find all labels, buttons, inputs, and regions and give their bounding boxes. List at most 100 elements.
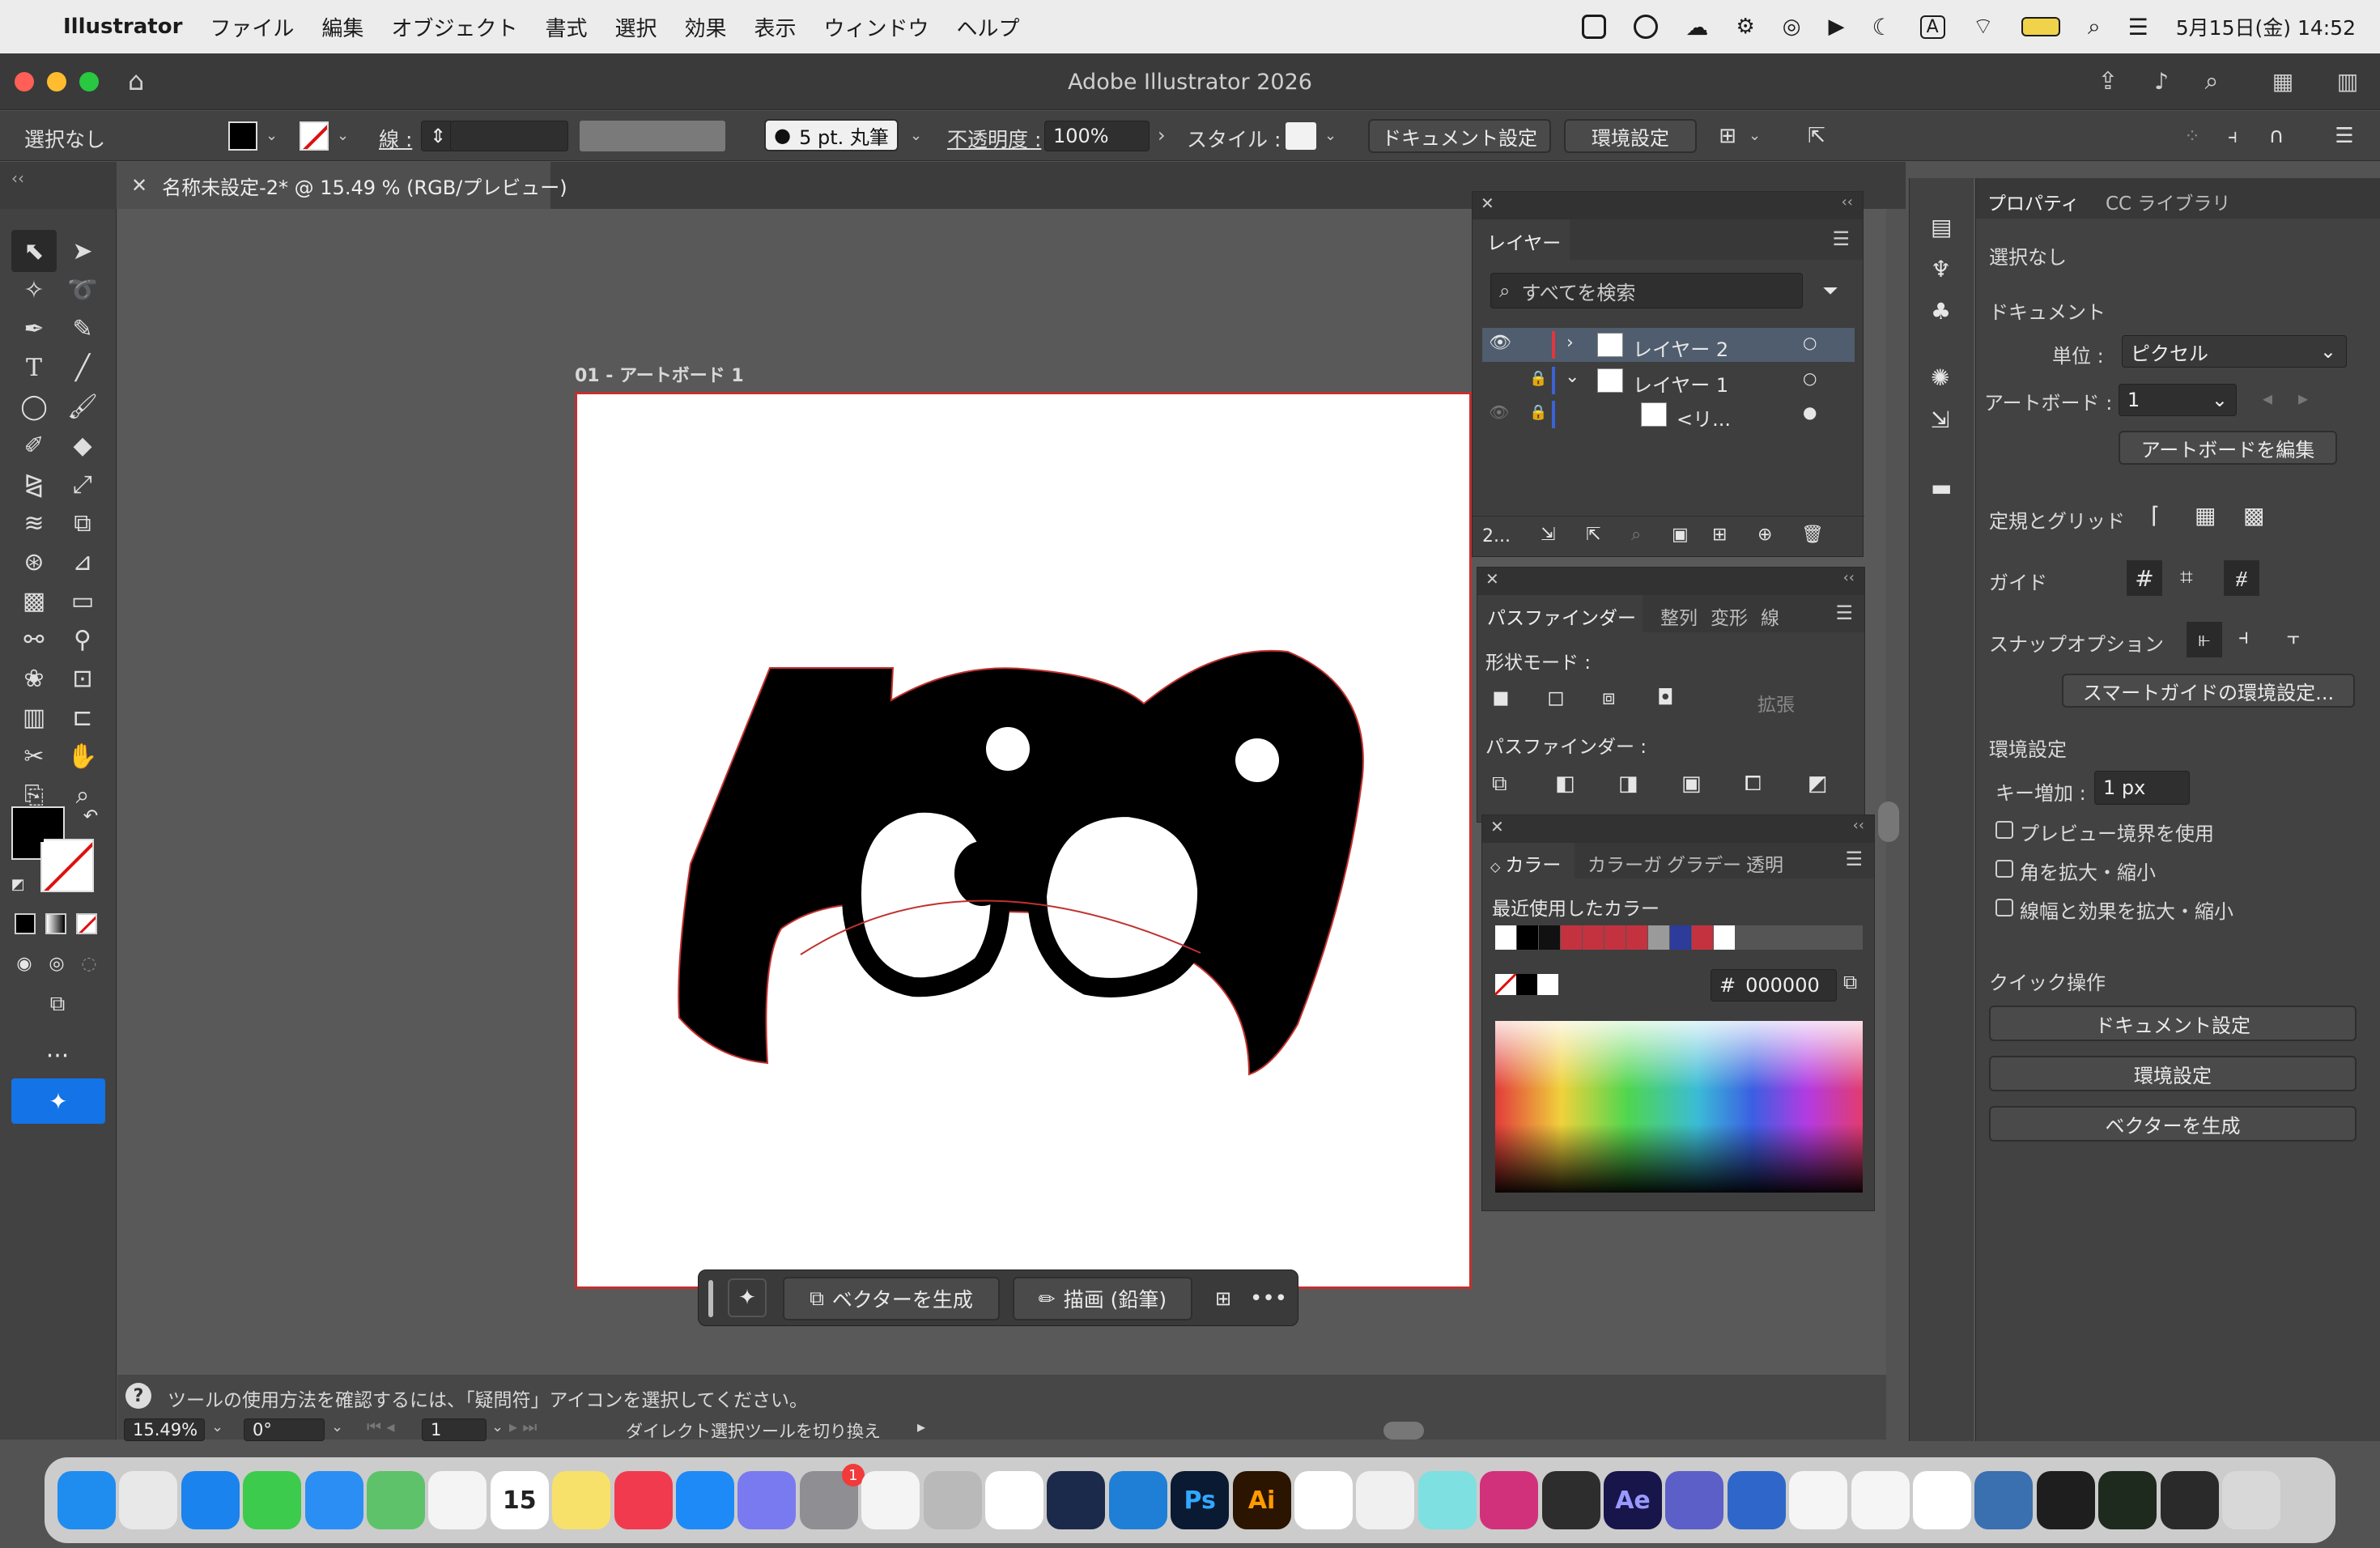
brushes-icon[interactable]: ♆ [1931,256,1951,283]
minus-front-icon[interactable]: ◻ [1547,686,1565,710]
blend-tool-icon[interactable]: ⚯ [15,622,53,657]
stroke-stepper[interactable]: ⇕ [421,121,453,151]
chevron-right-icon[interactable]: › [1158,124,1166,147]
dock-blender-icon[interactable] [1541,1471,1600,1529]
menu-edit[interactable]: 編集 [321,12,363,42]
keyboard-increment-field[interactable]: 1 px [2094,771,2190,805]
width-tool-icon[interactable]: ≋ [15,505,53,541]
opacity-label[interactable]: 不透明度 : [947,124,1041,153]
dock-terminal-icon[interactable] [2036,1471,2095,1529]
vertical-scrollbar[interactable] [1878,802,1899,842]
stroke-label[interactable]: 線 : [379,124,412,153]
stroke-swatch[interactable] [300,121,329,151]
show-guides-icon[interactable]: # [2127,560,2162,596]
color-swatch[interactable] [1648,925,1669,950]
transparency-grid-icon[interactable]: ▩ [2243,502,2264,529]
mesh-tool-icon[interactable]: ▩ [15,583,53,619]
new-layer-icon[interactable]: ⊕ [1757,525,1772,545]
eraser-tool-icon[interactable]: ◆ [63,427,102,463]
minus-back-icon[interactable]: ◩ [1808,772,1828,796]
color-spectrum[interactable] [1495,1021,1863,1193]
dock-photoshop-icon[interactable]: Ps [1171,1471,1230,1529]
symbol-tool-icon[interactable]: ⊡ [63,661,102,696]
dock-draw-icon[interactable] [1417,1471,1477,1529]
layer-row[interactable]: 🔒 ⌄ レイヤー 1 ○ [1482,364,1855,398]
chevron-down-icon[interactable]: ⌄ [491,1418,504,1435]
trash-icon[interactable]: 🗑 [1801,525,1824,545]
snap-to-point-icon[interactable]: ⫦ [2187,622,2222,657]
pencil-draw-button[interactable]: ✏ 描画 (鉛筆) [1013,1277,1192,1320]
collapse-icon[interactable]: ‹‹ [1842,194,1853,211]
chevron-down-icon[interactable]: ⌄ [1565,367,1579,387]
units-select[interactable]: ピクセル ⌄ [2122,335,2347,368]
draw-inside-icon[interactable]: ◌ [76,950,102,976]
intersect-icon[interactable]: ⧈ [1602,686,1616,711]
moon-icon[interactable]: ☾ [1872,14,1892,40]
more-options-icon[interactable]: ••• [1250,1282,1287,1316]
symbol-sprayer-tool-icon[interactable]: ❀ [15,661,53,696]
locate-object-icon[interactable]: ⌕ [1631,525,1641,545]
scale-tool-icon[interactable]: ⤢ [63,466,102,502]
variable-width-profile[interactable] [580,121,725,151]
control-center-icon[interactable]: ☰ [2128,14,2148,40]
dock-notes-icon[interactable] [552,1471,611,1529]
visibility-eye-icon[interactable]: 👁 [1489,333,1511,353]
rotation-field[interactable]: 0° [244,1418,325,1441]
ruler-icon[interactable]: ⌈ [2151,502,2160,529]
close-icon[interactable]: ✕ [1481,194,1494,213]
line-tool-icon[interactable]: ╱ [63,350,102,385]
dock-messages-icon[interactable] [243,1471,302,1529]
quick-document-setup-button[interactable]: ドキュメント設定 [1989,1006,2357,1041]
copy-color-icon[interactable]: ⧉ [1843,971,1857,993]
status-menu-icon[interactable]: ▸ [917,1417,925,1436]
dock-app-store-icon[interactable] [676,1471,734,1529]
libraries-icon[interactable]: ▤ [1931,214,1952,240]
collapse-icon[interactable]: ‹‹ [1853,817,1864,834]
arrange-icon[interactable]: ⊞ [1711,121,1744,151]
dock-finder-icon[interactable] [57,1471,116,1529]
merge-icon[interactable]: ◨ [1618,772,1638,796]
next-artboard-icon[interactable]: ▸ [2298,387,2308,410]
tab-transform[interactable]: 変形 [1711,602,1748,630]
chevron-down-icon[interactable]: ⌄ [910,127,922,144]
menu-effect[interactable]: 効果 [684,12,726,42]
export-icon[interactable]: ⇱ [1586,525,1600,545]
first-artboard-icon[interactable]: ⏮ ◂ [367,1417,394,1436]
align-icon[interactable]: ⫞ [2216,121,2249,151]
brush-definition[interactable]: ● 5 pt. 丸筆 [764,119,899,151]
collect-export-icon[interactable]: ⇲ [1541,525,1555,545]
clipping-mask-icon[interactable]: ▣ [1672,525,1689,545]
layer-row[interactable]: 👁 › レイヤー 2 ○ [1482,328,1855,362]
artboard-nav-field[interactable]: 1 [422,1418,487,1441]
color-swatch[interactable] [1517,925,1538,950]
chevron-right-icon[interactable]: › [1566,333,1574,353]
tab-layers[interactable]: レイヤー [1473,219,1570,260]
none-mode-icon[interactable] [76,913,97,934]
artboard-tool-icon[interactable]: ⊏ [63,700,102,735]
hand-tool-icon[interactable]: ✋ [63,738,102,774]
dock-mail-client-icon[interactable] [1727,1471,1786,1529]
dock-trash-icon[interactable] [2222,1471,2280,1529]
color-swatch[interactable] [1583,925,1604,950]
hex-color-field[interactable]: #000000 [1711,969,1837,1002]
color-swatch[interactable] [1604,925,1626,950]
help-icon[interactable]: ? [125,1383,151,1409]
close-icon[interactable]: ✕ [1490,817,1504,836]
tab-stroke[interactable]: 線 [1761,602,1779,630]
menu-app-name[interactable]: Illustrator [63,15,182,39]
play-icon[interactable]: ▶ [1828,15,1844,39]
tab-align[interactable]: 整列 [1660,602,1698,630]
symbols-icon[interactable]: ♣ [1931,298,1951,325]
chevron-down-icon[interactable]: ⌄ [1324,127,1337,144]
layer-name[interactable]: レイヤー 1 [1633,369,1728,398]
panel-toggle-icon[interactable]: ▥ [2331,65,2364,97]
stroke-color-box[interactable] [40,839,94,892]
color-swatch[interactable] [1561,925,1582,950]
color-swatch[interactable] [1626,925,1647,950]
dock-launchpad-icon[interactable] [119,1471,178,1529]
ellipse-tool-icon[interactable]: ◯ [15,389,53,424]
search-icon[interactable]: ⌕ [2195,65,2228,97]
layer-name[interactable]: <リ... [1677,403,1731,432]
color-swatch[interactable] [1495,925,1516,950]
color-swatch[interactable] [1539,925,1560,950]
